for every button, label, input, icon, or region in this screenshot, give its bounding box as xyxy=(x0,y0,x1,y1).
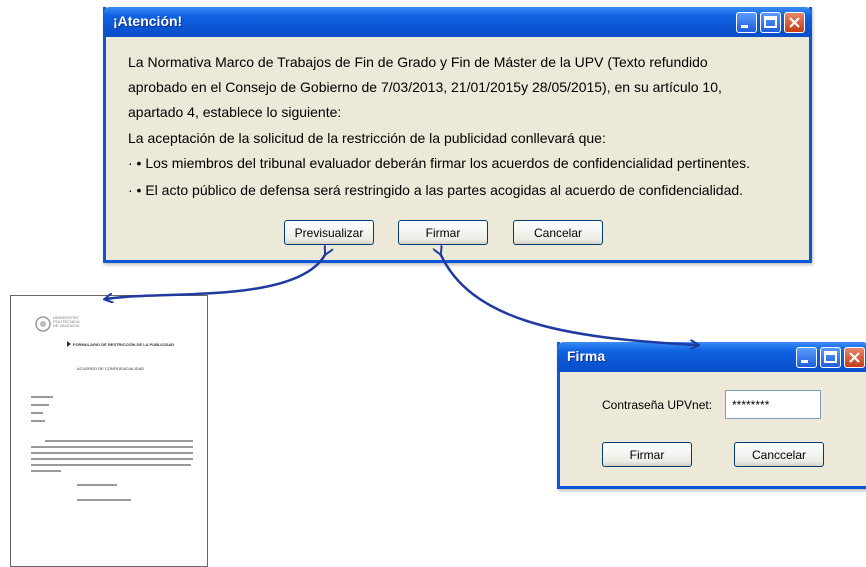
paragraph-line: apartado 4, establece lo siguiente: xyxy=(128,104,342,120)
close-button[interactable] xyxy=(844,347,865,368)
password-input[interactable] xyxy=(725,390,821,419)
sign-button[interactable]: Firmar xyxy=(398,220,488,245)
attention-dialog-title: ¡Atención! xyxy=(113,13,183,29)
document-line xyxy=(31,396,53,398)
maximize-button[interactable] xyxy=(760,12,781,33)
paragraph-line: aprobado en el Consejo de Gobierno de 7/… xyxy=(128,79,722,95)
paragraph-line: La Normativa Marco de Trabajos de Fin de… xyxy=(128,54,708,70)
intro-text: La aceptación de la solicitud de la rest… xyxy=(128,130,606,146)
minimize-button[interactable] xyxy=(796,347,817,368)
maximize-icon xyxy=(764,16,777,28)
sign-confirm-button[interactable]: Firmar xyxy=(602,442,692,467)
document-line xyxy=(77,499,131,501)
minimize-icon xyxy=(741,25,748,28)
document-line xyxy=(31,464,191,466)
sign-dialog-titlebar[interactable]: Firma xyxy=(557,342,866,372)
document-line xyxy=(31,452,193,454)
attention-dialog-titlebar[interactable]: ¡Atención! xyxy=(103,7,812,37)
document-line xyxy=(45,440,193,442)
bullet-item: · • El acto público de defensa será rest… xyxy=(128,182,744,198)
document-line xyxy=(31,470,61,472)
attention-dialog: ¡Atención! La Normativa Marco de Trabajo… xyxy=(103,7,812,263)
sign-cancel-button[interactable]: Canccelar xyxy=(734,442,824,467)
close-icon xyxy=(789,17,800,28)
document-line xyxy=(31,446,193,448)
document-heading-arrow-icon xyxy=(67,341,71,347)
sign-dialog: Firma Contraseña UPVnet: Firmar Canccela… xyxy=(557,342,866,489)
bullet-item: · • Los miembros del tribunal evaluador … xyxy=(128,155,751,171)
document-heading: FORMULARIO DE RESTRICCIÓN DE LA PUBLICID… xyxy=(73,342,175,347)
minimize-icon xyxy=(801,360,808,363)
close-icon xyxy=(849,352,860,363)
preview-document: UNIVERSITAT POLITÈCNICA DE VALÈNCIA FORM… xyxy=(10,295,208,567)
maximize-icon xyxy=(824,351,837,363)
document-line xyxy=(31,412,43,414)
document-line xyxy=(31,458,193,460)
maximize-button[interactable] xyxy=(820,347,841,368)
university-logo-text: UNIVERSITAT POLITÈCNICA DE VALÈNCIA xyxy=(53,315,80,328)
document-line xyxy=(31,420,45,422)
document-line xyxy=(31,404,49,406)
sign-arrow xyxy=(440,253,697,345)
document-subheading: ACUERDO DE CONFIDENCIALIDAD xyxy=(77,366,145,371)
minimize-button[interactable] xyxy=(736,12,757,33)
document-line xyxy=(77,484,117,486)
password-label: Contraseña UPVnet: xyxy=(602,398,713,412)
close-button[interactable] xyxy=(784,12,805,33)
cancel-button[interactable]: Cancelar xyxy=(513,220,603,245)
sign-dialog-title: Firma xyxy=(567,348,606,364)
preview-button[interactable]: Previsualizar xyxy=(284,220,374,245)
